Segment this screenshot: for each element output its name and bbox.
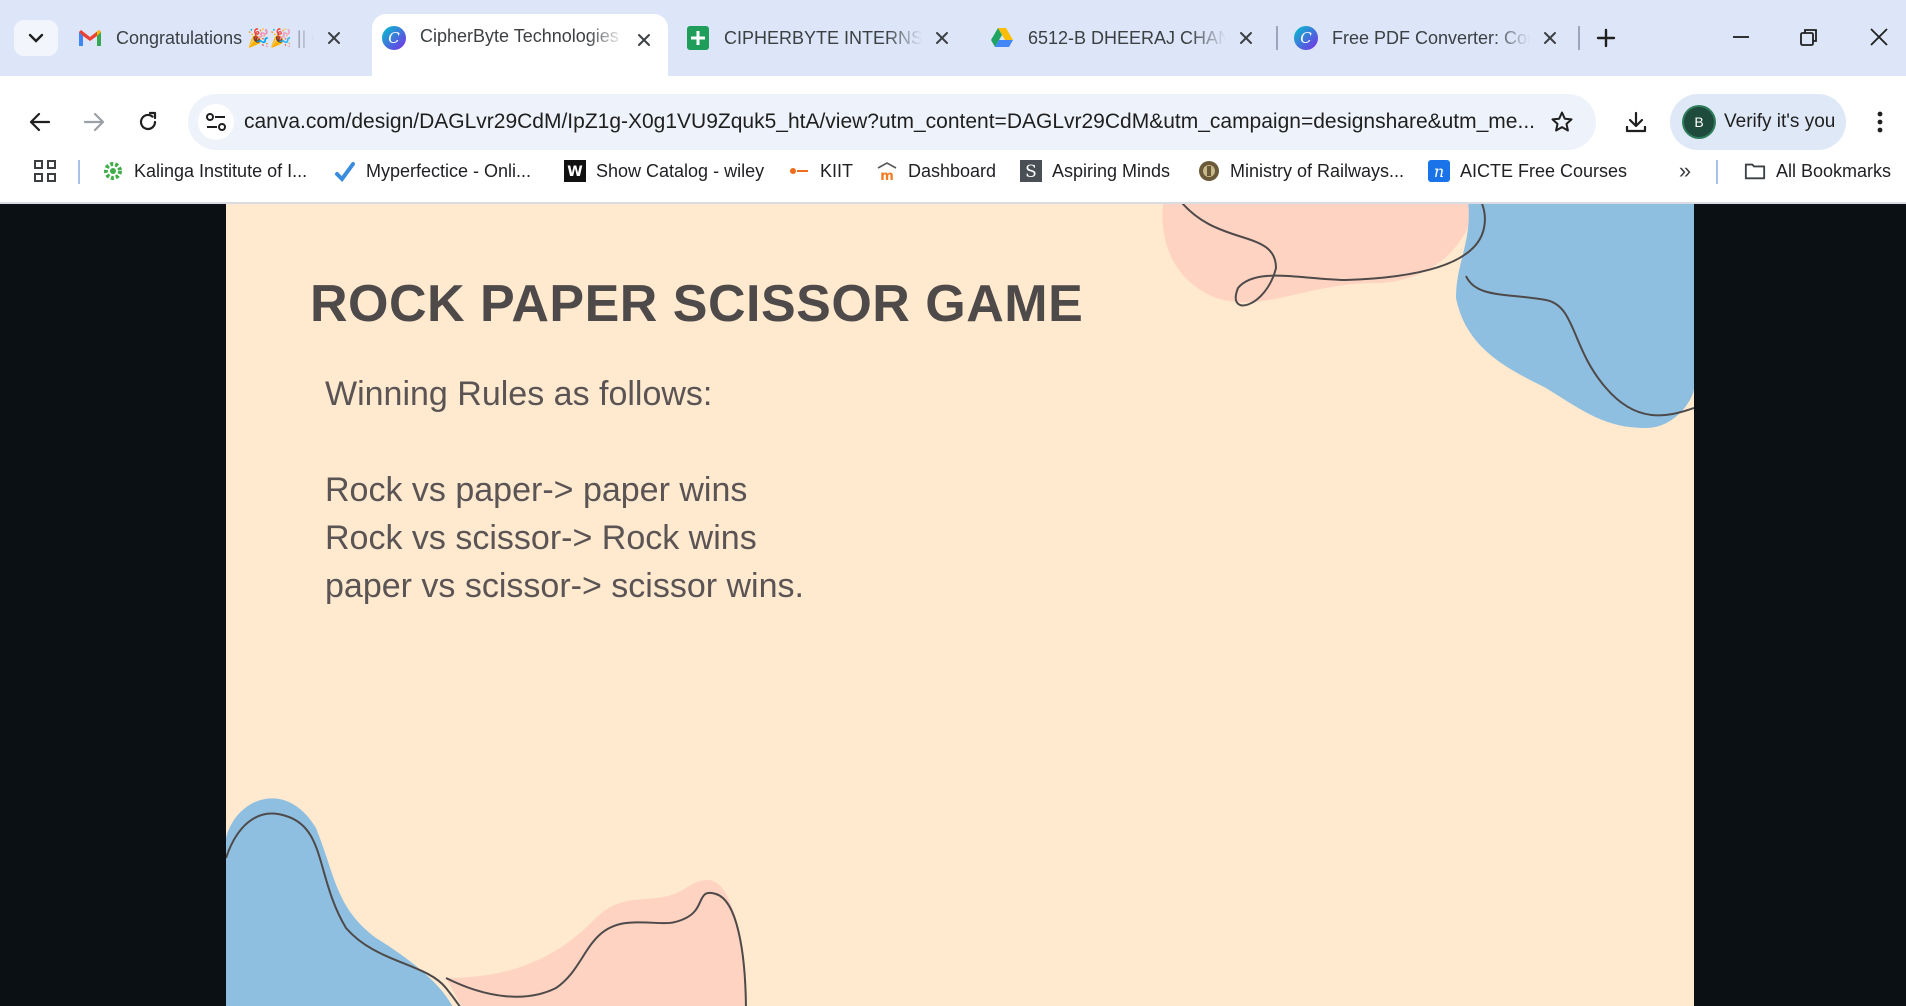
plus-icon: [1596, 28, 1616, 48]
kiit-icon: [788, 160, 810, 182]
tab-title: Free PDF Converter: Convert: [1332, 27, 1530, 48]
close-tab-icon[interactable]: [928, 24, 956, 52]
bookmark-label: Ministry of Railways...: [1230, 160, 1405, 181]
aicte-icon: n: [1428, 160, 1450, 182]
presentation-slide: ROCK PAPER SCISSOR GAME Winning Rules as…: [226, 204, 1694, 1006]
blob-peach-top: [1162, 204, 1475, 303]
bookmark-star-icon[interactable]: [1546, 106, 1578, 138]
close-tab-icon[interactable]: [1232, 24, 1260, 52]
arrow-left-icon: [29, 112, 51, 132]
google-drive-icon: [990, 26, 1014, 50]
bookmark-label: Myperfectice - Onli...: [366, 160, 532, 181]
bookmark-myperfectice[interactable]: Myperfectice - Onli...: [334, 154, 531, 188]
tab-gmail[interactable]: Congratulations 🎉🎉 || CipherByte: [68, 16, 358, 60]
bookmarks-bar: Kalinga Institute of I... Myperfectice -…: [0, 140, 1906, 202]
restore-button[interactable]: [1786, 14, 1832, 60]
bookmark-wiley[interactable]: W Show Catalog - wiley: [564, 154, 764, 188]
tab-free-pdf-converter[interactable]: C Free PDF Converter: Convert: [1284, 16, 1574, 60]
svg-text:W: W: [567, 164, 582, 180]
kebab-menu-icon: [1877, 111, 1883, 133]
bookmark-ministry-of-railways[interactable]: Ministry of Railways...: [1198, 154, 1404, 188]
svg-text:C: C: [388, 29, 400, 47]
avatar: B: [1684, 107, 1714, 137]
blob-blue-bottom: [226, 798, 453, 1006]
tab-title: 6512-B DHEERAJ CHANDRA: [1028, 27, 1226, 48]
downloads-button[interactable]: [1614, 100, 1658, 144]
verify-label: Verify it's you: [1724, 111, 1836, 132]
minimize-icon: [1733, 36, 1749, 38]
arrow-right-icon: [83, 112, 105, 132]
chevron-down-icon: [28, 33, 44, 43]
blob-blue-top: [1456, 204, 1694, 428]
tab-separator: [1578, 26, 1580, 50]
rules-heading: Winning Rules as follows:: [325, 375, 713, 413]
gmail-icon: [78, 26, 102, 50]
bookmarks-divider: [1716, 160, 1718, 184]
bookmark-label: Aspiring Minds: [1052, 160, 1171, 181]
close-tab-icon[interactable]: [320, 24, 348, 52]
new-tab-button[interactable]: [1588, 20, 1624, 56]
svg-text:m: m: [880, 169, 894, 182]
close-icon: [1870, 28, 1888, 46]
design-viewer: ROCK PAPER SCISSOR GAME Winning Rules as…: [0, 204, 1906, 1006]
close-tab-icon[interactable]: [630, 26, 658, 54]
bookmark-kiit[interactable]: KIIT: [788, 154, 853, 188]
kiit-gear-icon: [102, 160, 124, 182]
bookmark-aspiring-minds[interactable]: S Aspiring Minds: [1020, 154, 1170, 188]
rule-line: Rock vs paper-> paper wins: [325, 471, 748, 509]
browser-menu-button[interactable]: [1862, 100, 1898, 144]
myperfectice-icon: [334, 160, 356, 182]
download-icon: [1625, 111, 1647, 133]
folder-icon: [1744, 160, 1766, 182]
close-tab-icon[interactable]: [1536, 24, 1564, 52]
slide-title: ROCK PAPER SCISSOR GAME: [310, 275, 1084, 333]
google-sheets-icon: [686, 26, 710, 50]
restore-icon: [1800, 29, 1817, 46]
svg-text:S: S: [1025, 162, 1037, 182]
apps-grid-icon[interactable]: [30, 156, 60, 186]
all-bookmarks-label: All Bookmarks: [1776, 160, 1892, 181]
bookmark-label: Dashboard: [908, 160, 997, 181]
bookmark-label: AICTE Free Courses: [1460, 160, 1628, 181]
tab-cipherbyte-internship[interactable]: CIPHERBYTE INTERNSHIP: [676, 16, 966, 60]
tab-separator: [1276, 26, 1278, 50]
svg-text:C: C: [1300, 29, 1312, 47]
railways-emblem-icon: [1198, 160, 1220, 182]
bookmark-aicte[interactable]: n AICTE Free Courses: [1428, 154, 1627, 188]
rules-block: Winning Rules as follows: Rock vs paper-…: [325, 370, 804, 610]
tab-title: CIPHERBYTE INTERNSHIP: [724, 27, 922, 48]
forward-button[interactable]: [72, 100, 116, 144]
wiley-icon: W: [564, 160, 586, 182]
all-bookmarks-button[interactable]: All Bookmarks: [1744, 154, 1891, 188]
tab-title: CipherByte Technologies: [420, 26, 619, 46]
site-info-icon[interactable]: [198, 104, 234, 140]
reload-button[interactable]: [126, 100, 170, 144]
bookmark-kalinga-institute[interactable]: Kalinga Institute of I...: [102, 154, 307, 188]
close-window-button[interactable]: [1856, 14, 1902, 60]
bookmark-dashboard[interactable]: m Dashboard: [876, 154, 996, 188]
bookmark-label: Show Catalog - wiley: [596, 160, 765, 181]
bookmarks-overflow-chevron[interactable]: »: [1670, 156, 1700, 186]
bookmark-label: KIIT: [820, 160, 854, 181]
rule-line: paper vs scissor-> scissor wins.: [325, 567, 804, 605]
browser-toolbar: canva.com/design/DAGLvr29CdM/IpZ1g-X0g1V…: [0, 76, 1906, 204]
tab-google-drive[interactable]: 6512-B DHEERAJ CHANDRA: [980, 16, 1270, 60]
bookmark-label: Kalinga Institute of I...: [134, 160, 308, 181]
canva-icon: C: [1294, 26, 1318, 50]
rule-line: Rock vs scissor-> Rock wins: [325, 519, 757, 557]
aspiring-minds-icon: S: [1020, 160, 1042, 182]
tab-title: Congratulations 🎉🎉 || CipherByte: [116, 27, 314, 48]
tab-strip: Congratulations 🎉🎉 || CipherByte C Ciphe…: [0, 0, 1906, 76]
tab-search-button[interactable]: [14, 20, 58, 56]
moodle-icon: m: [876, 160, 898, 182]
back-button[interactable]: [18, 100, 62, 144]
canva-icon: C: [382, 26, 406, 50]
reload-icon: [139, 111, 157, 131]
minimize-button[interactable]: [1718, 14, 1764, 60]
svg-text:n: n: [1434, 162, 1444, 181]
bookmarks-divider: [78, 160, 80, 184]
tab-cipherbyte-technologies[interactable]: C CipherByte Technologies: [372, 14, 668, 76]
